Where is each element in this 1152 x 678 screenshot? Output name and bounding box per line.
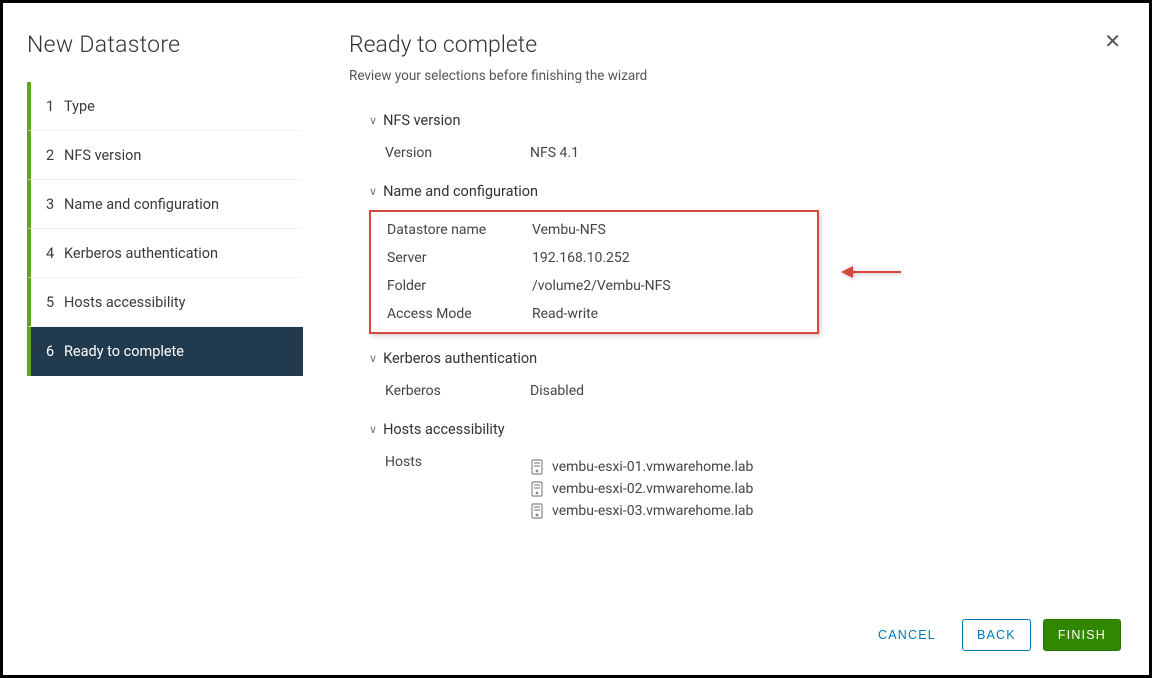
kv-value: Vembu-NFS: [532, 222, 606, 238]
wizard-steps: 1 Type 2 NFS version 3 Name and configur…: [27, 82, 303, 376]
cancel-button[interactable]: CANCEL: [864, 620, 950, 650]
kv-row-folder: Folder /volume2/Vembu-NFS: [387, 272, 811, 300]
section-kerberos: ∨ Kerberos authentication Kerberos Disab…: [369, 350, 1121, 405]
section-body: Datastore name Vembu-NFS Server 192.168.…: [371, 216, 811, 328]
section-body: Version NFS 4.1: [369, 139, 1121, 167]
kv-value: /volume2/Vembu-NFS: [532, 278, 671, 294]
step-nfs-version[interactable]: 2 NFS version: [27, 131, 303, 180]
step-number: 1: [46, 98, 64, 115]
kv-label: Kerberos: [385, 383, 530, 399]
step-number: 2: [46, 147, 64, 164]
chevron-down-icon: ∨: [369, 185, 377, 198]
step-label: NFS version: [64, 147, 141, 164]
section-title: NFS version: [383, 112, 460, 129]
kv-value: NFS 4.1: [530, 145, 579, 161]
kv-value: Read-write: [532, 306, 598, 322]
host-item: vembu-esxi-01.vmwarehome.lab: [530, 456, 753, 478]
section-header[interactable]: ∨ Kerberos authentication: [369, 350, 1121, 367]
host-name: vembu-esxi-02.vmwarehome.lab: [552, 481, 753, 497]
step-label: Name and configuration: [64, 196, 219, 213]
wizard-footer: CANCEL BACK FINISH: [864, 619, 1121, 651]
kv-label: Folder: [387, 278, 532, 294]
section-body: Kerberos Disabled: [369, 377, 1121, 405]
kv-label: Server: [387, 250, 532, 266]
wizard-dialog: New Datastore 1 Type 2 NFS version 3 Nam…: [0, 0, 1152, 678]
finish-button[interactable]: FINISH: [1043, 619, 1121, 651]
page-title: Ready to complete: [349, 31, 1121, 58]
step-name-configuration[interactable]: 3 Name and configuration: [27, 180, 303, 229]
host-icon: [530, 481, 544, 497]
step-ready-to-complete[interactable]: 6 Ready to complete: [27, 327, 303, 376]
kv-value: Disabled: [530, 383, 584, 399]
wizard-title: New Datastore: [27, 31, 303, 58]
kv-label: Version: [385, 145, 530, 161]
host-name: vembu-esxi-01.vmwarehome.lab: [552, 459, 753, 475]
section-header[interactable]: ∨ Hosts accessibility: [369, 421, 1121, 438]
highlight-annotation: Datastore name Vembu-NFS Server 192.168.…: [369, 210, 819, 334]
section-body: Hosts vembu-esxi-01.vmwarehome.lab: [369, 448, 1121, 528]
kv-label: Hosts: [385, 454, 530, 522]
kv-label: Access Mode: [387, 306, 532, 322]
kv-value: 192.168.10.252: [532, 250, 630, 266]
summary-sections: ∨ NFS version Version NFS 4.1 ∨ Name and…: [349, 112, 1121, 528]
close-button[interactable]: ✕: [1104, 32, 1121, 52]
step-label: Kerberos authentication: [64, 245, 218, 262]
arrow-left-icon: [841, 266, 853, 278]
section-title: Name and configuration: [383, 183, 538, 200]
host-name: vembu-esxi-03.vmwarehome.lab: [552, 503, 753, 519]
section-title: Kerberos authentication: [383, 350, 537, 367]
page-subtitle: Review your selections before finishing …: [349, 68, 1121, 84]
host-icon: [530, 503, 544, 519]
step-number: 6: [46, 343, 64, 360]
chevron-down-icon: ∨: [369, 352, 377, 365]
step-number: 5: [46, 294, 64, 311]
arrow-line: [853, 271, 901, 273]
step-number: 3: [46, 196, 64, 213]
section-header[interactable]: ∨ Name and configuration: [369, 183, 1121, 200]
kv-row-server: Server 192.168.10.252: [387, 244, 811, 272]
section-header[interactable]: ∨ NFS version: [369, 112, 1121, 129]
kv-row-version: Version NFS 4.1: [385, 139, 1121, 167]
kv-row-kerberos: Kerberos Disabled: [385, 377, 1121, 405]
section-title: Hosts accessibility: [383, 421, 505, 438]
step-kerberos-authentication[interactable]: 4 Kerberos authentication: [27, 229, 303, 278]
host-icon: [530, 459, 544, 475]
kv-row-datastore-name: Datastore name Vembu-NFS: [387, 216, 811, 244]
kv-label: Datastore name: [387, 222, 532, 238]
step-label: Type: [64, 98, 95, 115]
section-nfs-version: ∨ NFS version Version NFS 4.1: [369, 112, 1121, 167]
chevron-down-icon: ∨: [369, 423, 377, 436]
kv-row-hosts: Hosts vembu-esxi-01.vmwarehome.lab: [385, 448, 1121, 528]
kv-row-access-mode: Access Mode Read-write: [387, 300, 811, 328]
wizard-content: ✕ Ready to complete Review your selectio…: [313, 3, 1149, 675]
step-number: 4: [46, 245, 64, 262]
section-hosts-accessibility: ∨ Hosts accessibility Hosts vembu-esxi-0…: [369, 421, 1121, 528]
close-icon: ✕: [1104, 31, 1121, 53]
chevron-down-icon: ∨: [369, 114, 377, 127]
step-type[interactable]: 1 Type: [27, 82, 303, 131]
host-item: vembu-esxi-03.vmwarehome.lab: [530, 500, 753, 522]
wizard-sidebar: New Datastore 1 Type 2 NFS version 3 Nam…: [3, 3, 313, 675]
annotation-arrow: [841, 266, 901, 278]
step-label: Hosts accessibility: [64, 294, 186, 311]
hosts-list: vembu-esxi-01.vmwarehome.lab vembu-esxi-…: [530, 454, 753, 522]
step-hosts-accessibility[interactable]: 5 Hosts accessibility: [27, 278, 303, 327]
host-item: vembu-esxi-02.vmwarehome.lab: [530, 478, 753, 500]
section-name-configuration: ∨ Name and configuration Datastore name …: [369, 183, 1121, 334]
back-button[interactable]: BACK: [962, 619, 1031, 651]
step-label: Ready to complete: [64, 343, 184, 360]
